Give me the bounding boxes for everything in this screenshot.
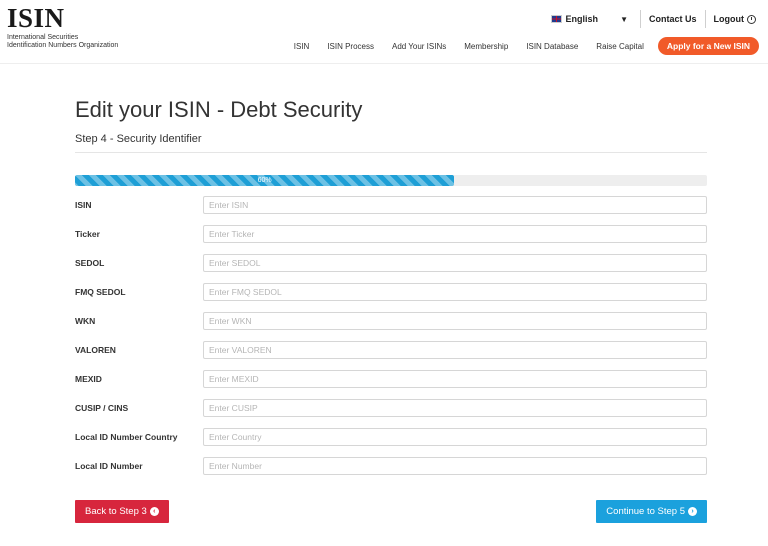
- ticker-input[interactable]: [203, 224, 707, 243]
- local-id-number-input[interactable]: [203, 456, 707, 475]
- caret-down-icon: ▼: [620, 14, 628, 24]
- local-id-country-label: Local ID Number Country: [75, 431, 178, 442]
- mexid-label: MEXID: [75, 373, 102, 384]
- language-label: English: [565, 14, 599, 24]
- form-row-cusip: CUSIP / CINS: [75, 393, 707, 422]
- site-header: ISIN International Securities Identifica…: [0, 0, 768, 64]
- form-row-fmq-sedol: FMQ SEDOL: [75, 277, 707, 306]
- wkn-input[interactable]: [203, 311, 707, 330]
- back-button-label: Back to Step 3: [85, 506, 147, 517]
- cusip-input[interactable]: [203, 398, 707, 417]
- form-row-mexid: MEXID: [75, 364, 707, 393]
- nav-item-raise-capital[interactable]: Raise Capital: [596, 42, 644, 51]
- form-row-ticker: Ticker: [75, 219, 707, 248]
- form-row-isin: ISIN: [75, 190, 707, 219]
- power-icon: [747, 14, 756, 24]
- nav-item-add-your-isins[interactable]: Add Your ISINs: [392, 42, 446, 51]
- mexid-input[interactable]: [203, 369, 707, 388]
- cusip-label: CUSIP / CINS: [75, 402, 129, 413]
- isin-label: ISIN: [75, 199, 92, 210]
- contact-us-link[interactable]: Contact Us: [649, 14, 697, 24]
- valoren-input[interactable]: [203, 340, 707, 359]
- nav-item-isin-process[interactable]: ISIN Process: [327, 42, 374, 51]
- top-utility-bar: English ▼ Contact Us Logout: [550, 10, 756, 28]
- continue-button-label: Continue to Step 5: [606, 506, 685, 517]
- sedol-label: SEDOL: [75, 257, 105, 268]
- fmq-sedol-label: FMQ SEDOL: [75, 286, 126, 297]
- nav-item-isin[interactable]: ISIN: [294, 42, 310, 51]
- page-title: Edit your ISIN - Debt Security: [75, 97, 363, 122]
- progress-bar: 60%: [75, 175, 707, 186]
- nav-item-membership[interactable]: Membership: [464, 42, 508, 51]
- ticker-label: Ticker: [75, 228, 100, 239]
- form-row-local-id-country: Local ID Number Country: [75, 422, 707, 451]
- main-content: Edit your ISIN - Debt Security Step 4 - …: [75, 96, 707, 523]
- isin-input[interactable]: [203, 195, 707, 214]
- form-actions: Back to Step 3 ‹ Continue to Step 5 ›: [75, 500, 707, 523]
- logo-text: ISIN: [7, 3, 65, 33]
- logo-subtitle-line2: Identification Numbers Organization: [7, 42, 119, 49]
- divider: [639, 10, 641, 28]
- form-row-sedol: SEDOL: [75, 248, 707, 277]
- form-row-wkn: WKN: [75, 306, 707, 335]
- valoren-label: VALOREN: [75, 344, 116, 355]
- back-to-step-3-button[interactable]: Back to Step 3 ‹: [75, 500, 169, 523]
- form-row-valoren: VALOREN: [75, 335, 707, 364]
- divider: [704, 10, 706, 28]
- form-row-local-id-number: Local ID Number: [75, 451, 707, 480]
- sedol-input[interactable]: [203, 253, 707, 272]
- local-id-number-label: Local ID Number: [75, 460, 143, 471]
- fmq-sedol-input[interactable]: [203, 282, 707, 301]
- local-id-country-input[interactable]: [203, 427, 707, 446]
- arrow-circle-right-icon: ›: [688, 507, 697, 516]
- wkn-label: WKN: [75, 315, 96, 326]
- main-nav: ISIN ISIN Process Add Your ISINs Members…: [294, 37, 759, 55]
- progress-label: 60%: [257, 177, 272, 184]
- language-selector[interactable]: English ▼: [550, 14, 640, 24]
- security-identifier-form: ISIN Ticker SEDOL FMQ SEDOL WKN VALOREN …: [75, 190, 707, 480]
- nav-item-isin-database[interactable]: ISIN Database: [526, 42, 578, 51]
- logout-label: Logout: [713, 14, 745, 24]
- logo[interactable]: ISIN International Securities Identifica…: [7, 4, 118, 50]
- logout-link[interactable]: Logout: [713, 14, 756, 24]
- logo-subtitle-line1: International Securities: [7, 34, 79, 41]
- continue-to-step-5-button[interactable]: Continue to Step 5 ›: [596, 500, 707, 523]
- apply-new-isin-button[interactable]: Apply for a New ISIN: [657, 37, 759, 55]
- uk-flag-icon: [550, 15, 562, 23]
- arrow-circle-left-icon: ‹: [149, 507, 159, 516]
- step-title: Step 4 - Security Identifier: [75, 133, 707, 153]
